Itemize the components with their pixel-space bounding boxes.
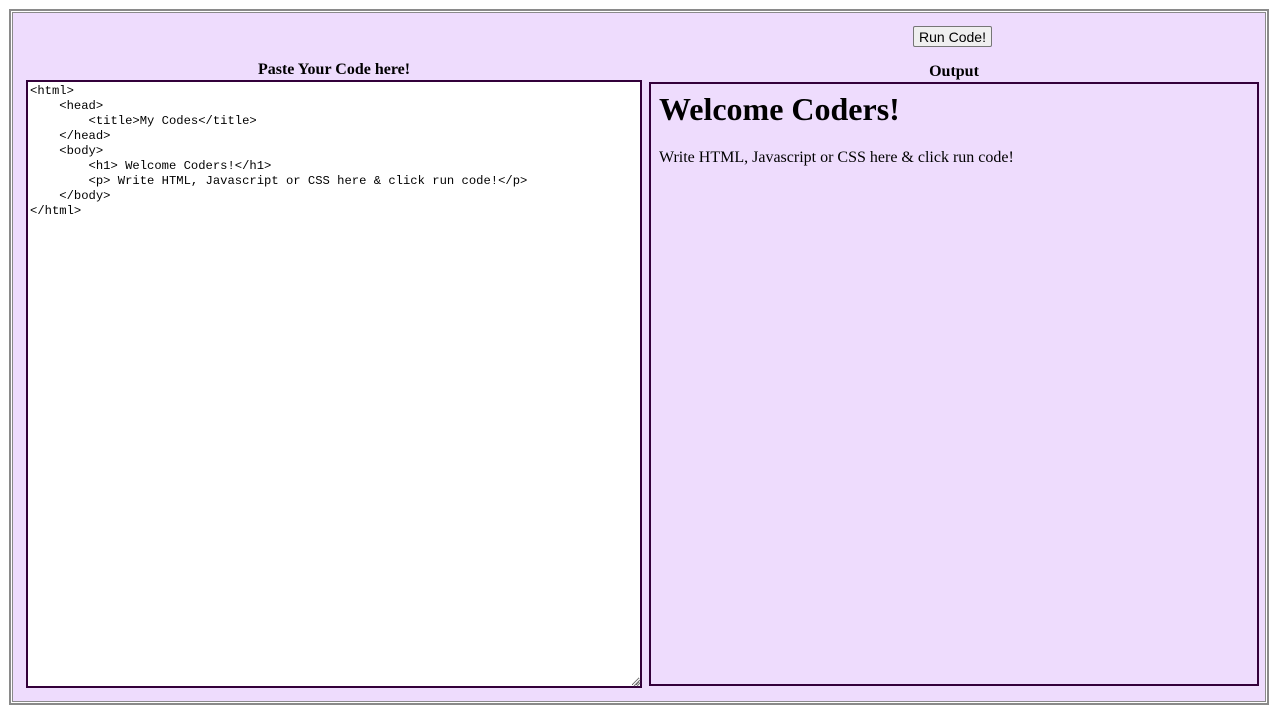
editor-heading: Paste Your Code here! (257, 61, 411, 78)
run-code-button[interactable]: Run Code! (913, 26, 992, 47)
code-editor-textarea[interactable]: <html> <head> <title>My Codes</title> </… (26, 80, 642, 688)
resize-grip-icon[interactable] (632, 678, 641, 687)
output-panel: Welcome Coders! Write HTML, Javascript o… (649, 82, 1259, 686)
app-container: Run Code! Paste Your Code here! Output <… (9, 9, 1269, 705)
output-paragraph: Write HTML, Javascript or CSS here & cli… (659, 149, 1014, 166)
app-frame: Run Code! Paste Your Code here! Output <… (12, 12, 1266, 702)
output-heading: Output (929, 63, 979, 80)
output-title: Welcome Coders! (659, 91, 900, 127)
